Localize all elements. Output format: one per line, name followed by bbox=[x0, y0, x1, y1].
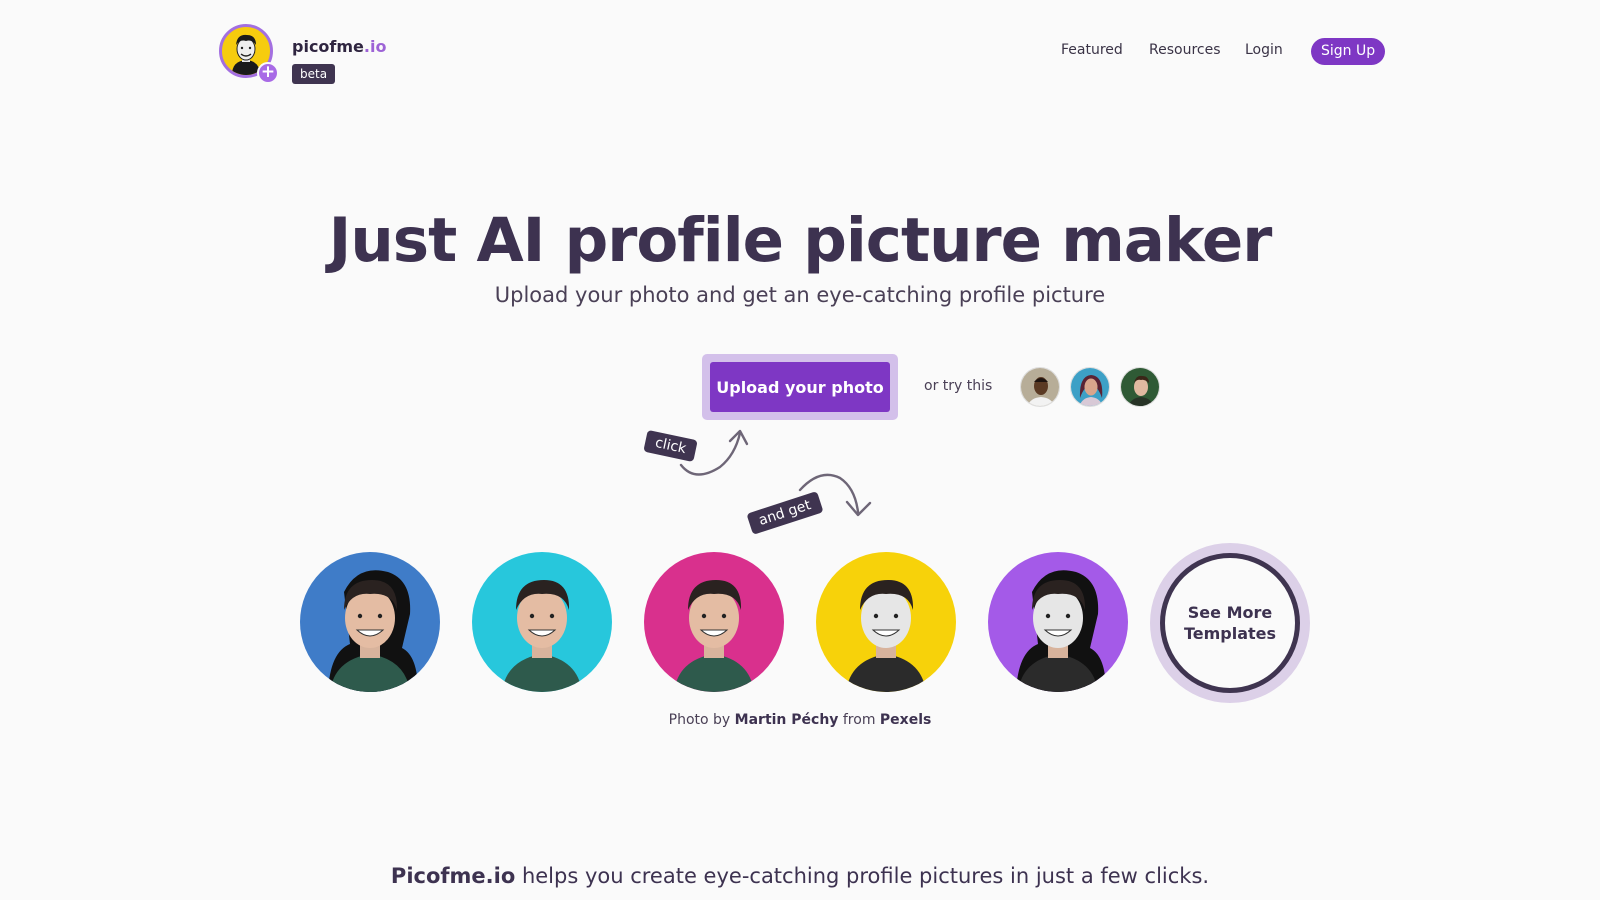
try-sample-label: or try this bbox=[924, 378, 993, 394]
nav-login[interactable]: Login bbox=[1245, 42, 1283, 58]
credit-source-link[interactable]: Pexels bbox=[880, 712, 931, 728]
about-body: helps you create eye-catching profile pi… bbox=[515, 864, 1210, 888]
about-text: Picofme.io helps you create eye-catching… bbox=[0, 864, 1600, 888]
credit-prefix: Photo by bbox=[668, 712, 731, 728]
see-more-templates-button[interactable]: See More Templates bbox=[1160, 553, 1300, 693]
credit-middle: from bbox=[842, 712, 876, 728]
hero-subtitle: Upload your photo and get an eye-catchin… bbox=[494, 283, 1106, 307]
brand-name-text: picofme bbox=[292, 37, 364, 56]
about-brand: Picofme.io bbox=[390, 864, 516, 888]
sample-photo-3[interactable] bbox=[1120, 367, 1160, 407]
template-avatar-3[interactable] bbox=[644, 552, 784, 692]
template-avatar-2[interactable] bbox=[472, 552, 612, 692]
and-get-tag: and get bbox=[746, 491, 824, 535]
see-more-line1: See More bbox=[1187, 603, 1273, 622]
nav-resources[interactable]: Resources bbox=[1149, 42, 1221, 58]
see-more-line2: Templates bbox=[1183, 624, 1277, 643]
upload-photo-button[interactable]: Upload your photo bbox=[710, 362, 890, 412]
sample-photo-2[interactable] bbox=[1070, 367, 1110, 407]
signup-button[interactable]: Sign Up bbox=[1311, 38, 1386, 65]
template-avatar-5[interactable] bbox=[988, 552, 1128, 692]
template-avatar-4[interactable] bbox=[816, 552, 956, 692]
template-avatar-1[interactable] bbox=[300, 552, 440, 692]
credit-author-link[interactable]: Martin Péchy bbox=[735, 712, 839, 728]
photo-credit: Photo by Martin Péchy from Pexels bbox=[0, 712, 1600, 728]
hero-title: Just AI profile picture maker bbox=[328, 205, 1273, 276]
nav-featured[interactable]: Featured bbox=[1061, 42, 1123, 58]
click-tag: click bbox=[643, 429, 699, 463]
brand-tld: .io bbox=[363, 37, 387, 56]
sample-photo-1[interactable] bbox=[1020, 367, 1060, 407]
brand-name[interactable]: picofme.io bbox=[292, 37, 386, 56]
beta-badge: beta bbox=[292, 64, 336, 84]
add-icon: + bbox=[257, 62, 279, 84]
